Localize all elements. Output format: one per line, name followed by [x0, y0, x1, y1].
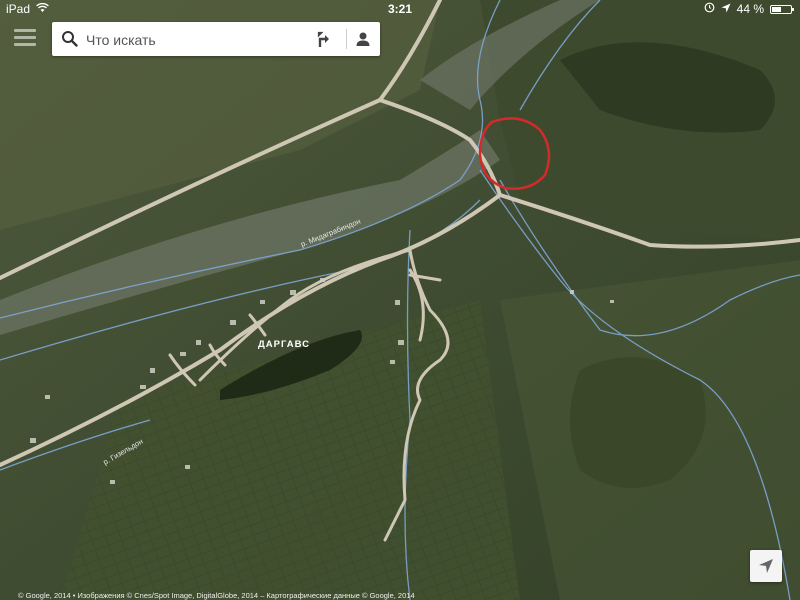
- search-input[interactable]: [84, 28, 308, 52]
- account-icon[interactable]: [352, 28, 374, 50]
- menu-icon[interactable]: [14, 29, 36, 47]
- map-copyright: © Google, 2014 • Изображения © Cnes/Spot…: [18, 591, 415, 600]
- search-icon: [61, 30, 79, 48]
- directions-icon[interactable]: [312, 28, 334, 50]
- status-bar: iPad 3:21 44 %: [0, 0, 800, 18]
- divider: [346, 29, 347, 49]
- village-label: ДАРГАВС: [258, 339, 310, 350]
- locate-icon: [759, 559, 773, 573]
- alarm-icon: [704, 0, 715, 18]
- clock: 3:21: [387, 2, 413, 16]
- satellite-map[interactable]: ДАРГАВС р. Мидаграбиндон р. Гизельдон: [0, 0, 800, 600]
- locate-button[interactable]: [750, 550, 782, 582]
- battery-icon: [770, 4, 794, 14]
- search-bar: [52, 22, 380, 56]
- location-arrow-icon: [721, 0, 731, 18]
- battery-percent: 44 %: [736, 2, 764, 16]
